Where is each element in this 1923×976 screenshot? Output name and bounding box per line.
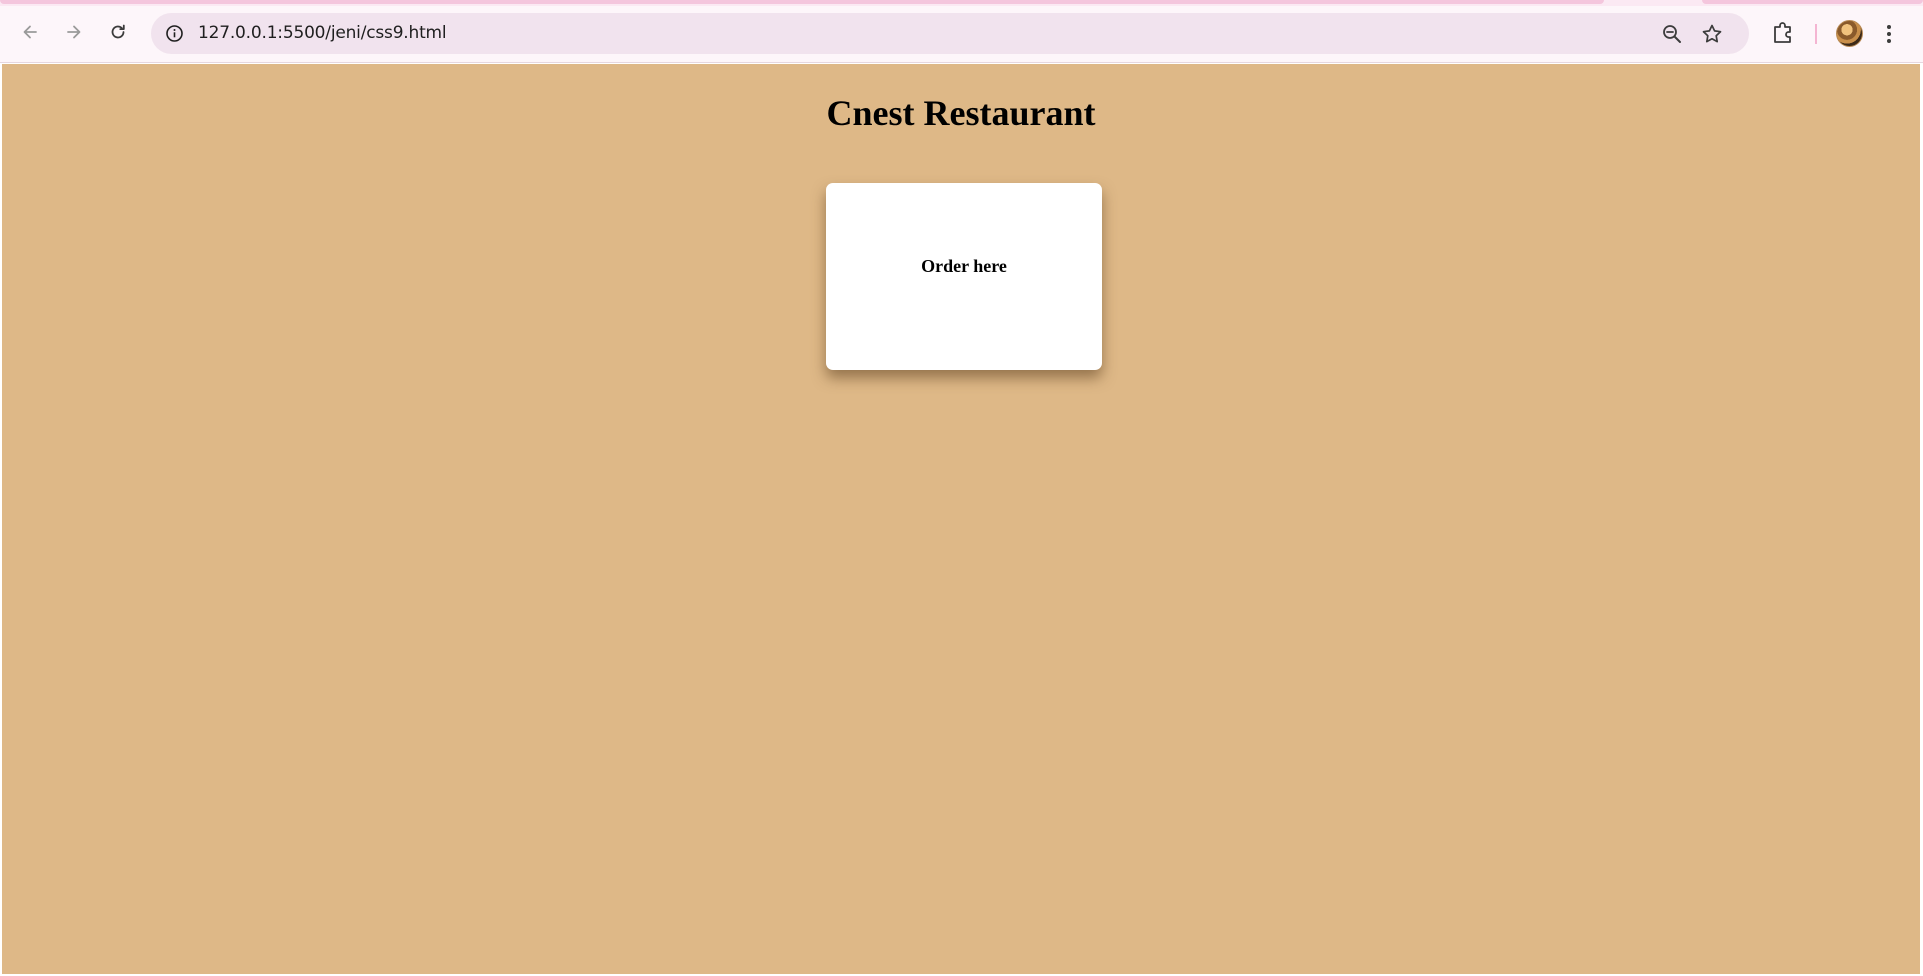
puzzle-icon[interactable] bbox=[1769, 19, 1797, 47]
zoom-out-icon[interactable] bbox=[1660, 22, 1684, 46]
page-viewport: Cnest Restaurant Order here bbox=[2, 64, 1920, 974]
tab-edge[interactable] bbox=[1702, 0, 1923, 4]
arrow-right-icon bbox=[67, 25, 81, 39]
page-title: Cnest Restaurant bbox=[826, 93, 1096, 133]
back-button[interactable] bbox=[13, 15, 47, 49]
avatar[interactable] bbox=[1836, 20, 1863, 47]
order-label[interactable]: Order here bbox=[826, 256, 1102, 277]
kebab-menu-icon[interactable] bbox=[1882, 20, 1896, 48]
active-tab-edge[interactable] bbox=[0, 0, 1604, 4]
browser-toolbar: 127.0.0.1:5500/jeni/css9.html bbox=[0, 6, 1923, 63]
forward-button[interactable] bbox=[57, 15, 91, 49]
toolbar-divider bbox=[1815, 24, 1817, 44]
arrow-left-icon bbox=[23, 25, 37, 39]
reload-button[interactable] bbox=[101, 15, 135, 49]
url-text[interactable]: 127.0.0.1:5500/jeni/css9.html bbox=[198, 13, 447, 54]
address-bar[interactable]: 127.0.0.1:5500/jeni/css9.html bbox=[151, 13, 1749, 54]
info-icon[interactable] bbox=[164, 23, 185, 44]
star-icon[interactable] bbox=[1700, 22, 1724, 46]
reload-icon bbox=[111, 24, 125, 39]
order-card[interactable]: Order here bbox=[826, 183, 1102, 370]
browser-window: 127.0.0.1:5500/jeni/css9.html Cnest Rest… bbox=[0, 0, 1923, 976]
